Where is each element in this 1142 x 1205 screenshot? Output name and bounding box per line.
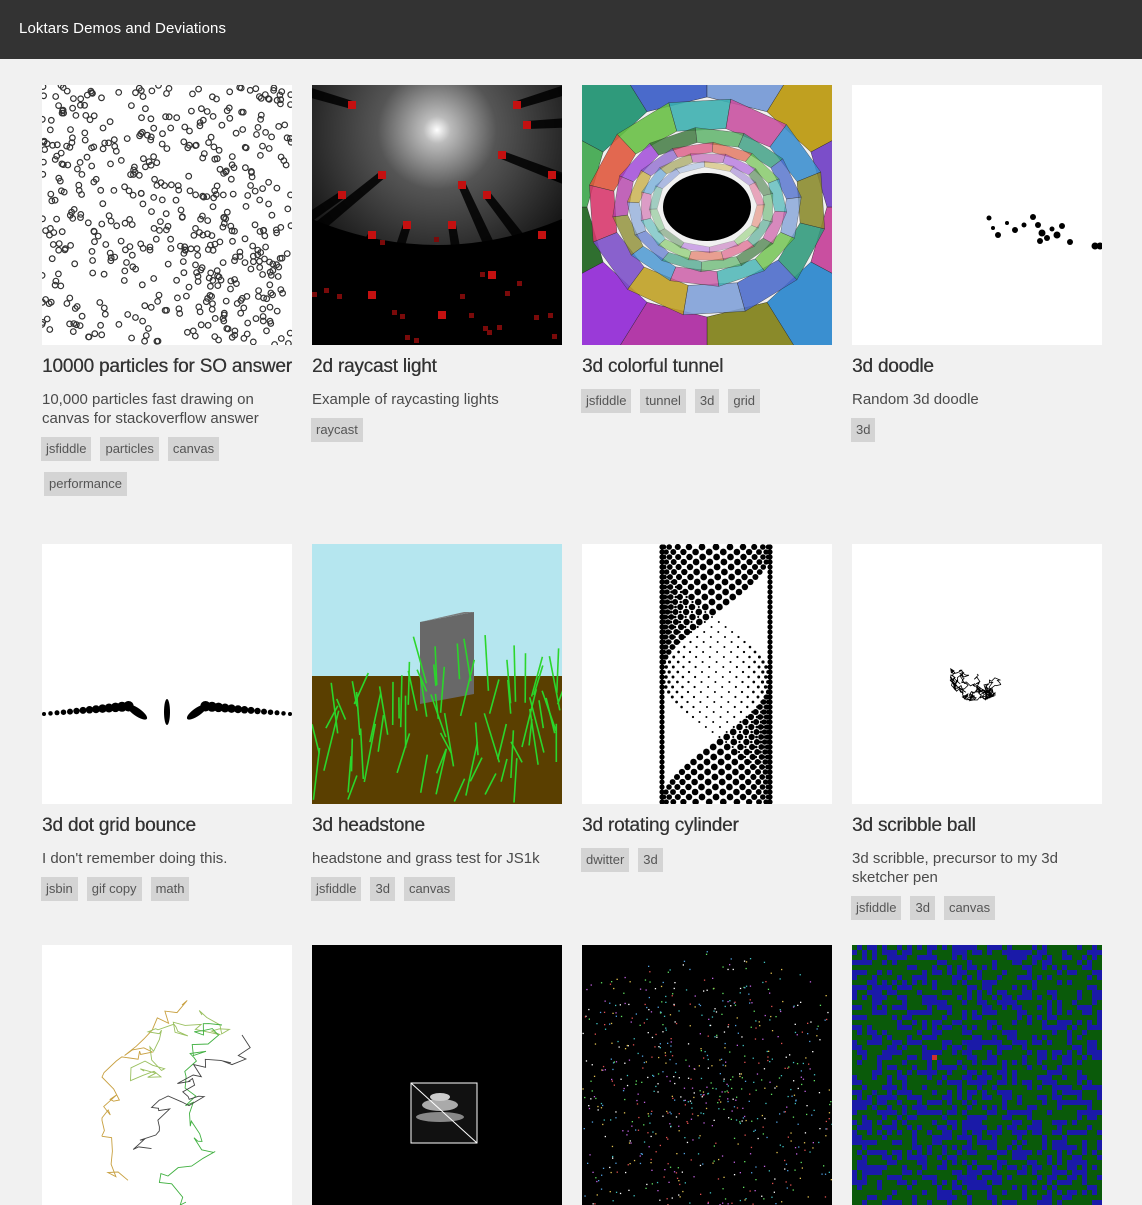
demo-thumbnail[interactable] — [852, 945, 1102, 1205]
headstone-shape — [420, 612, 474, 704]
tag[interactable]: 3d — [910, 896, 934, 920]
tag[interactable]: canvas — [944, 896, 995, 920]
demo-card-row3-2[interactable] — [312, 945, 562, 1205]
demo-title[interactable]: 3d dot grid bounce — [42, 814, 292, 837]
tag[interactable]: tunnel — [640, 389, 685, 413]
tag-list: jsfiddle particles canvas performance — [41, 437, 292, 507]
demo-title[interactable]: 3d colorful tunnel — [582, 355, 832, 378]
starfield-preview-image — [582, 945, 832, 1205]
demo-card-headstone[interactable]: 3d headstone headstone and grass test fo… — [312, 544, 562, 912]
demo-card-row3-4[interactable] — [852, 945, 1102, 1205]
tag-list: 3d — [851, 418, 1102, 453]
demo-card-raycast[interactable]: 2d raycast light Example of raycasting l… — [312, 85, 562, 453]
tag[interactable]: jsfiddle — [311, 877, 361, 901]
tag-list: dwitter 3d — [581, 848, 832, 883]
demo-title[interactable]: 3d scribble ball — [852, 814, 1102, 837]
demo-thumbnail[interactable] — [42, 85, 292, 345]
demo-description: Random 3d doodle — [852, 390, 1102, 409]
demo-description: headstone and grass test for JS1k — [312, 849, 562, 868]
demo-thumbnail[interactable] — [582, 85, 832, 345]
demo-title[interactable]: 3d doodle — [852, 355, 1102, 378]
demo-card-particles[interactable]: 10000 particles for SO answer 10,000 par… — [42, 85, 292, 507]
tag[interactable]: raycast — [311, 418, 363, 442]
grid-preview-image — [852, 945, 1102, 1205]
demo-thumbnail[interactable] — [852, 544, 1102, 804]
tag[interactable]: math — [151, 877, 190, 901]
tag[interactable]: canvas — [404, 877, 455, 901]
demo-card-rotating-cylinder[interactable]: 3d rotating cylinder dwitter 3d — [582, 544, 832, 883]
tag-list: raycast — [311, 418, 562, 453]
demo-thumbnail[interactable] — [312, 544, 562, 804]
demo-thumbnail[interactable] — [42, 544, 292, 804]
headstone-preview-image — [312, 544, 562, 804]
tag[interactable]: jsbin — [41, 877, 78, 901]
dark-preview-image — [312, 945, 562, 1205]
demo-thumbnail[interactable] — [42, 945, 292, 1205]
tag[interactable]: 3d — [695, 389, 719, 413]
tag[interactable]: 3d — [851, 418, 875, 442]
demo-card-scribble-ball[interactable]: 3d scribble ball 3d scribble, precursor … — [852, 544, 1102, 931]
tag[interactable]: dwitter — [581, 848, 629, 872]
demo-title[interactable]: 2d raycast light — [312, 355, 562, 378]
demo-description: I don't remember doing this. — [42, 849, 292, 868]
demo-card-row3-3[interactable] — [582, 945, 832, 1205]
tag[interactable]: jsfiddle — [581, 389, 631, 413]
tag[interactable]: canvas — [168, 437, 219, 461]
tag[interactable]: jsfiddle — [851, 896, 901, 920]
demo-description: Example of raycasting lights — [312, 390, 562, 409]
demo-thumbnail[interactable] — [312, 945, 562, 1205]
raycast-preview-image — [312, 85, 562, 345]
line-sketch-preview-image — [42, 945, 292, 1205]
tag[interactable]: performance — [44, 472, 127, 496]
tag[interactable]: jsfiddle — [41, 437, 91, 461]
demo-title[interactable]: 3d rotating cylinder — [582, 814, 832, 837]
demo-title[interactable]: 3d headstone — [312, 814, 562, 837]
demo-thumbnail[interactable] — [312, 85, 562, 345]
demo-card-doodle[interactable]: 3d doodle Random 3d doodle 3d — [852, 85, 1102, 453]
scribble-ball-preview-image — [852, 544, 1102, 804]
top-navbar: Loktars Demos and Deviations — [0, 0, 1142, 59]
demo-title[interactable]: 10000 particles for SO answer — [42, 355, 292, 378]
particles-preview-image — [42, 85, 292, 345]
tag-list: jsfiddle 3d canvas — [851, 896, 1102, 931]
demo-description: 10,000 particles fast drawing on canvas … — [42, 390, 292, 428]
tag-list: jsfiddle 3d canvas — [311, 877, 562, 912]
demo-thumbnail[interactable] — [852, 85, 1102, 345]
tag[interactable]: particles — [100, 437, 158, 461]
doodle-preview-image — [852, 85, 1102, 345]
demo-card-dot-grid-bounce[interactable]: 3d dot grid bounce I don't remember doin… — [42, 544, 292, 912]
tag[interactable]: grid — [728, 389, 760, 413]
site-title-link[interactable]: Loktars Demos and Deviations — [19, 20, 226, 37]
tag[interactable]: 3d — [370, 877, 394, 901]
tag-list: jsfiddle tunnel 3d grid — [581, 389, 832, 424]
demo-thumbnail[interactable] — [582, 945, 832, 1205]
demo-thumbnail[interactable] — [582, 544, 832, 804]
tag[interactable]: 3d — [638, 848, 662, 872]
dot-grid-preview-image — [42, 544, 292, 804]
tag-list: jsbin gif copy math — [41, 877, 292, 912]
demo-description: 3d scribble, precursor to my 3d sketcher… — [852, 849, 1102, 887]
demo-card-tunnel[interactable]: 3d colorful tunnel jsfiddle tunnel 3d gr… — [582, 85, 832, 424]
tag[interactable]: gif copy — [87, 877, 142, 901]
tunnel-preview-image — [582, 85, 832, 345]
demo-card-row3-1[interactable] — [42, 945, 292, 1205]
cylinder-preview-image — [582, 544, 832, 804]
